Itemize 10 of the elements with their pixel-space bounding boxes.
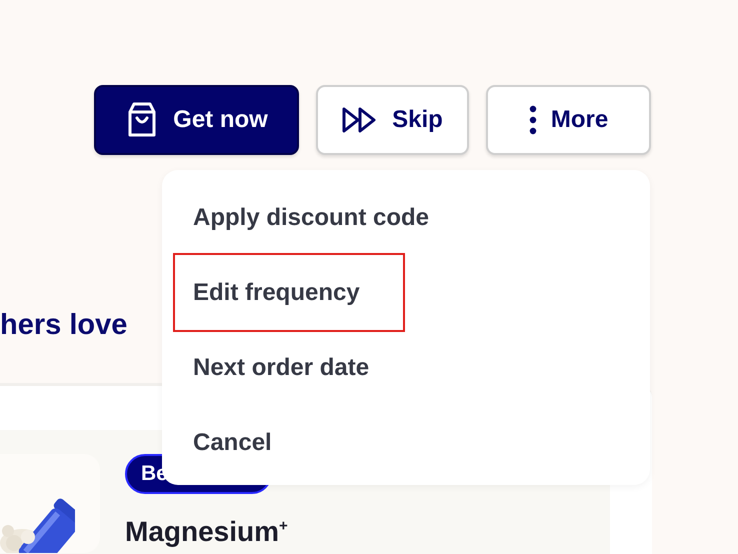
menu-item[interactable]: Apply discount code	[175, 180, 448, 255]
more-button[interactable]: More	[486, 85, 651, 155]
menu-item[interactable]: Next order date	[175, 330, 388, 405]
fast-forward-icon	[342, 106, 378, 134]
more-icon	[528, 105, 537, 135]
section-heading: hers love	[0, 308, 128, 343]
skip-button[interactable]: Skip	[316, 85, 469, 155]
product-title: Magnesium$^{+}$	[125, 516, 288, 548]
menu-item[interactable]: Edit frequency	[175, 255, 403, 330]
get-now-button[interactable]: Get now	[94, 85, 299, 155]
